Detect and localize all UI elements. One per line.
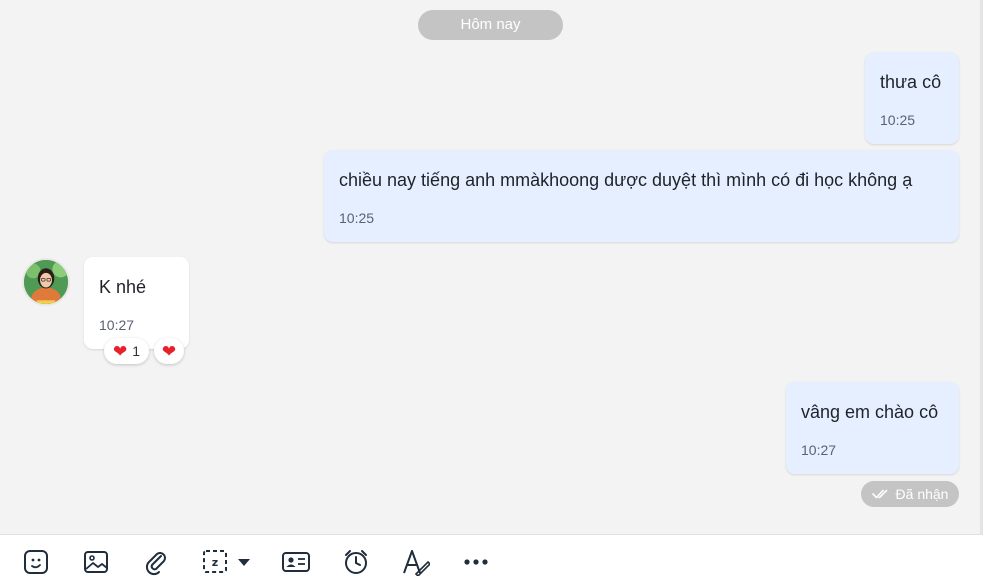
text-format-icon	[403, 550, 430, 576]
attach-file-button[interactable]	[142, 548, 170, 576]
message-text: K nhé	[99, 277, 147, 297]
reminder-icon	[345, 550, 367, 574]
image-icon	[84, 551, 108, 573]
more-icon	[464, 559, 488, 565]
message-bubble-incoming[interactable]: K nhé 10:27	[84, 257, 189, 349]
composer-toolbar: z	[0, 534, 983, 585]
message-text: vâng em chào cô	[801, 402, 939, 422]
message-text: thưa cô	[880, 72, 942, 92]
avatar[interactable]	[22, 258, 70, 306]
contact-card-icon	[282, 552, 310, 572]
screenshot-button[interactable]: z	[202, 548, 230, 576]
heart-icon: ❤	[161, 341, 177, 361]
message-bubble-outgoing[interactable]: chiều nay tiếng anh mmàkhoong dược duyệt…	[324, 150, 959, 242]
attachment-icon	[145, 552, 166, 576]
message-time: 10:25	[339, 210, 375, 226]
message-time: 10:25	[880, 112, 916, 128]
message-time: 10:27	[801, 442, 837, 458]
message-bubble-outgoing[interactable]: thưa cô 10:25	[865, 52, 959, 144]
sticker-icon	[24, 550, 48, 574]
svg-text:z: z	[212, 556, 218, 569]
message-bubble-outgoing[interactable]: vâng em chào cô 10:27	[786, 382, 959, 474]
chat-area: Hôm nay thưa cô 10:25 chiều nay tiếng an…	[0, 0, 983, 534]
double-check-icon	[871, 489, 887, 499]
message-text: chiều nay tiếng anh mmàkhoong dược duyệt…	[339, 170, 913, 190]
delivery-status-badge: Đã nhận	[861, 481, 959, 507]
avatar-image	[24, 260, 68, 304]
sticker-button[interactable]	[22, 548, 50, 576]
image-button[interactable]	[82, 548, 110, 576]
caret-down-icon	[238, 559, 250, 566]
message-time: 10:27	[99, 317, 135, 333]
reaction-count: 1	[132, 343, 141, 359]
screenshot-options-dropdown[interactable]	[234, 548, 254, 576]
text-format-button[interactable]	[402, 548, 430, 576]
react-button[interactable]: ❤	[154, 338, 184, 364]
delivery-status-text: Đã nhận	[895, 486, 949, 502]
date-separator: Hôm nay	[418, 10, 563, 40]
heart-icon: ❤	[112, 341, 128, 361]
send-contact-button[interactable]	[282, 548, 310, 576]
screenshot-icon: z	[203, 550, 227, 573]
reminder-button[interactable]	[342, 548, 370, 576]
more-options-button[interactable]	[462, 548, 490, 576]
reaction-summary[interactable]: ❤ 1	[104, 338, 149, 364]
